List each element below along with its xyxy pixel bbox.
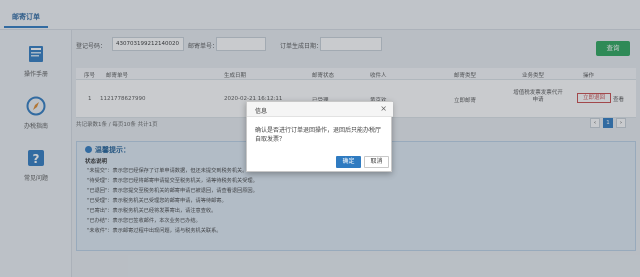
close-icon[interactable]: × bbox=[380, 104, 387, 113]
cancel-button[interactable]: 取消 bbox=[364, 156, 389, 168]
dialog-title: 信息 bbox=[255, 108, 268, 115]
dialog-header: 信息 × bbox=[247, 102, 393, 117]
dialog-message: 确认是否进行订单退回操作，退回后只能办税厅自取发票？ bbox=[255, 127, 382, 143]
confirm-dialog: 信息 × 确认是否进行订单退回操作，退回后只能办税厅自取发票？ 确定 取消 bbox=[246, 101, 393, 172]
confirm-button[interactable]: 确定 bbox=[336, 156, 361, 168]
